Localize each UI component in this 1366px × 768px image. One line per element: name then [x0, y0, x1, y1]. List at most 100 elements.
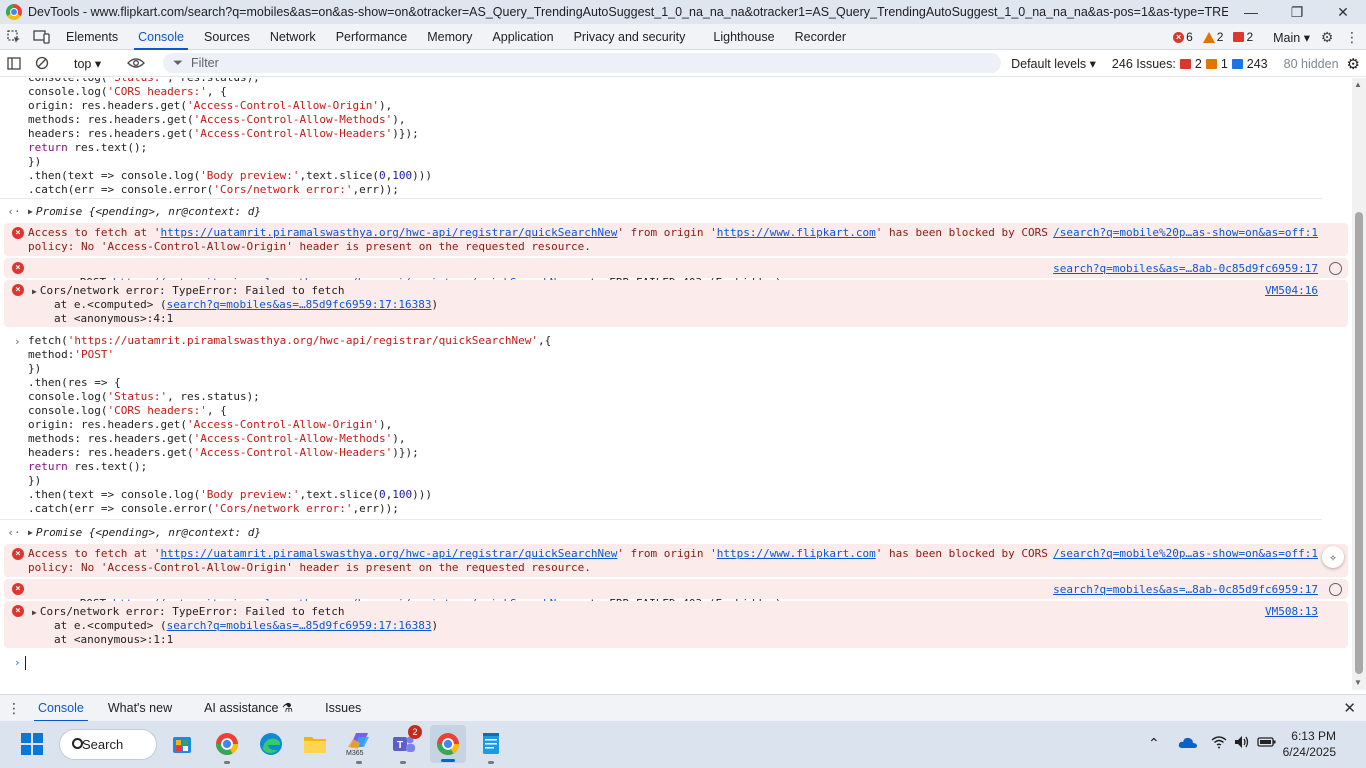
more-options-icon[interactable]: ⋮: [1344, 24, 1360, 50]
cors-source-link[interactable]: /search?q=mobile%20p…as-show=on&as=off:1: [1053, 547, 1318, 560]
console-error-typeerror-2[interactable]: × ▶ Cors/network error: TypeError: Failed…: [4, 601, 1348, 648]
wifi-icon[interactable]: [1211, 735, 1227, 752]
teams-icon[interactable]: T 2: [388, 725, 422, 764]
warning-counter[interactable]: 2: [1202, 30, 1223, 44]
stack-link[interactable]: search?q=mobiles&as=…85d9fc6959:17:16383: [167, 298, 432, 311]
drawer-tab-console[interactable]: Console: [28, 695, 94, 722]
m365-icon[interactable]: M365: [344, 729, 374, 764]
settings-gear-icon[interactable]: ⚙: [1316, 24, 1338, 50]
expand-triangle-icon[interactable]: ▶: [28, 528, 33, 537]
running-indicator: [224, 761, 230, 764]
tab-privacy-security[interactable]: Privacy and security: [564, 24, 696, 50]
drawer-tab-issues[interactable]: Issues: [315, 695, 371, 722]
console-scrollbar[interactable]: ▲ ▼: [1352, 78, 1366, 690]
chrome-app-icon: [6, 4, 22, 20]
onedrive-cloud-icon[interactable]: [1178, 735, 1198, 752]
drawer-tab-whats-new[interactable]: What's new: [98, 695, 182, 722]
promise-result-1[interactable]: ‹· ▶ Promise {<pending>, nr@context: d}: [0, 200, 1322, 222]
cors-url-link[interactable]: https://www.flipkart.com: [717, 547, 876, 560]
scroll-down-arrow-icon[interactable]: ▼: [1354, 678, 1362, 687]
system-clock[interactable]: 6:13 PM 6/24/2025: [1283, 728, 1336, 760]
minimize-button[interactable]: —: [1228, 0, 1274, 24]
expand-triangle-icon[interactable]: ▶: [32, 606, 37, 620]
inspect-element-icon[interactable]: [0, 24, 28, 50]
close-drawer-icon[interactable]: ✕: [1343, 699, 1356, 717]
cors-url-link[interactable]: https://uatamrit.piramalswasthya.org/hwc…: [160, 547, 617, 560]
console-error-cors-2[interactable]: × Access to fetch at 'https://uatamrit.p…: [4, 544, 1348, 577]
widgets-store-icon[interactable]: [167, 729, 197, 759]
console-error-post-1[interactable]: × ▶POST https://uatamrit.piramalswasthya…: [4, 258, 1348, 289]
expand-triangle-icon[interactable]: ▶: [32, 285, 37, 299]
code-line: methods: res.headers.get('Access-Control…: [28, 432, 406, 445]
console-error-post-2[interactable]: × ▶POST https://uatamrit.piramalswasthya…: [4, 579, 1348, 610]
promise-result-2[interactable]: ‹· ▶ Promise {<pending>, nr@context: d}: [0, 521, 1322, 543]
show-hidden-icons-chevron-icon[interactable]: ⌃: [1148, 735, 1160, 752]
live-expression-eye-icon[interactable]: [122, 50, 150, 76]
post-source-link[interactable]: search?q=mobiles&as=…8ab-0c85d9fc6959:17: [1053, 262, 1318, 275]
error-counter[interactable]: × 6: [1173, 30, 1193, 44]
sidebar-toggle-icon[interactable]: [0, 50, 28, 76]
code-line: console.log('Status:', res.status);: [28, 390, 260, 403]
network-request-icon[interactable]: [1329, 262, 1342, 275]
stack-suffix: ): [431, 619, 439, 632]
vm-source-link[interactable]: VM504:16: [1265, 284, 1318, 297]
file-explorer-icon[interactable]: [300, 729, 330, 759]
device-toolbar-icon[interactable]: [28, 24, 56, 50]
code-line: console.log('CORS headers:', {: [28, 404, 227, 417]
battery-icon[interactable]: [1257, 735, 1277, 752]
divider: [0, 198, 1322, 199]
chrome-taskbar-icon[interactable]: [212, 729, 242, 764]
stack-link[interactable]: search?q=mobiles&as=…85d9fc6959:17:16383: [167, 619, 432, 632]
restore-button[interactable]: ❐: [1274, 0, 1320, 24]
issues-label: 246 Issues:: [1111, 56, 1176, 71]
clear-console-icon[interactable]: [28, 50, 56, 76]
cors-url-link[interactable]: https://www.flipkart.com: [717, 226, 876, 239]
context-selector[interactable]: top ▾: [74, 56, 114, 71]
close-window-button[interactable]: ✕: [1320, 0, 1366, 24]
console-settings-gear-icon[interactable]: ⚙: [1347, 55, 1360, 73]
active-indicator: [441, 759, 455, 762]
code-line: console.log('CORS headers:', {: [28, 85, 227, 98]
log-levels-dropdown[interactable]: Default levels ▾: [1011, 56, 1096, 71]
cors-source-link[interactable]: /search?q=mobile%20p…as-show=on&as=off:1: [1053, 226, 1318, 239]
filter-input[interactable]: ⏷ Filter: [163, 53, 1001, 73]
windows-start-icon[interactable]: [17, 729, 47, 759]
edge-taskbar-icon[interactable]: [256, 729, 286, 759]
tab-console[interactable]: Console: [128, 24, 194, 50]
tab-application[interactable]: Application: [482, 24, 563, 50]
issue-flag-icon: [1233, 32, 1245, 42]
vm-source-link[interactable]: VM508:13: [1265, 605, 1318, 618]
typeerror-line: ▶ Cors/network error: TypeError: Failed t…: [32, 284, 344, 299]
drawer-tab-ai-assistance[interactable]: AI assistance ⚗: [194, 695, 303, 722]
error-x-icon: ×: [12, 262, 24, 274]
issues-summary[interactable]: 246 Issues: 2 1 243: [1112, 57, 1268, 71]
volume-icon[interactable]: [1234, 735, 1250, 752]
code-line: return res.text();: [28, 460, 148, 473]
tab-recorder[interactable]: Recorder: [785, 24, 856, 50]
tab-memory[interactable]: Memory: [417, 24, 482, 50]
tab-sources[interactable]: Sources: [194, 24, 260, 50]
cors-url-link[interactable]: https://uatamrit.piramalswasthya.org/hwc…: [160, 226, 617, 239]
ai-insight-icon[interactable]: ✧: [1322, 546, 1344, 568]
network-request-icon[interactable]: [1329, 583, 1342, 596]
notepad-icon[interactable]: [476, 729, 506, 764]
drawer-menu-icon[interactable]: ⋮: [0, 695, 28, 721]
target-selector[interactable]: Main ▾: [1273, 30, 1310, 45]
scroll-up-arrow-icon[interactable]: ▲: [1354, 80, 1362, 89]
console-error-cors-1[interactable]: × Access to fetch at 'https://uatamrit.p…: [4, 223, 1348, 256]
search-label: Search: [82, 737, 124, 752]
taskbar-search-box[interactable]: Search: [59, 729, 157, 760]
scrollbar-thumb[interactable]: [1355, 212, 1363, 674]
expand-triangle-icon[interactable]: ▶: [28, 207, 33, 216]
stack-line-anonymous: at <anonymous>:1:1: [54, 633, 174, 646]
tab-performance[interactable]: Performance: [326, 24, 418, 50]
console-output[interactable]: console.log('Status:', res.status);conso…: [0, 78, 1352, 690]
tab-lighthouse[interactable]: Lighthouse: [703, 24, 784, 50]
issues-counter[interactable]: 2: [1233, 30, 1253, 44]
tab-elements[interactable]: Elements: [56, 24, 128, 50]
console-input-caret[interactable]: [25, 656, 26, 670]
tab-network[interactable]: Network: [260, 24, 326, 50]
post-source-link[interactable]: search?q=mobiles&as=…8ab-0c85d9fc6959:17: [1053, 583, 1318, 596]
console-error-typeerror-1[interactable]: × ▶ Cors/network error: TypeError: Failed…: [4, 280, 1348, 327]
chrome-devtools-active-icon[interactable]: [430, 725, 466, 763]
